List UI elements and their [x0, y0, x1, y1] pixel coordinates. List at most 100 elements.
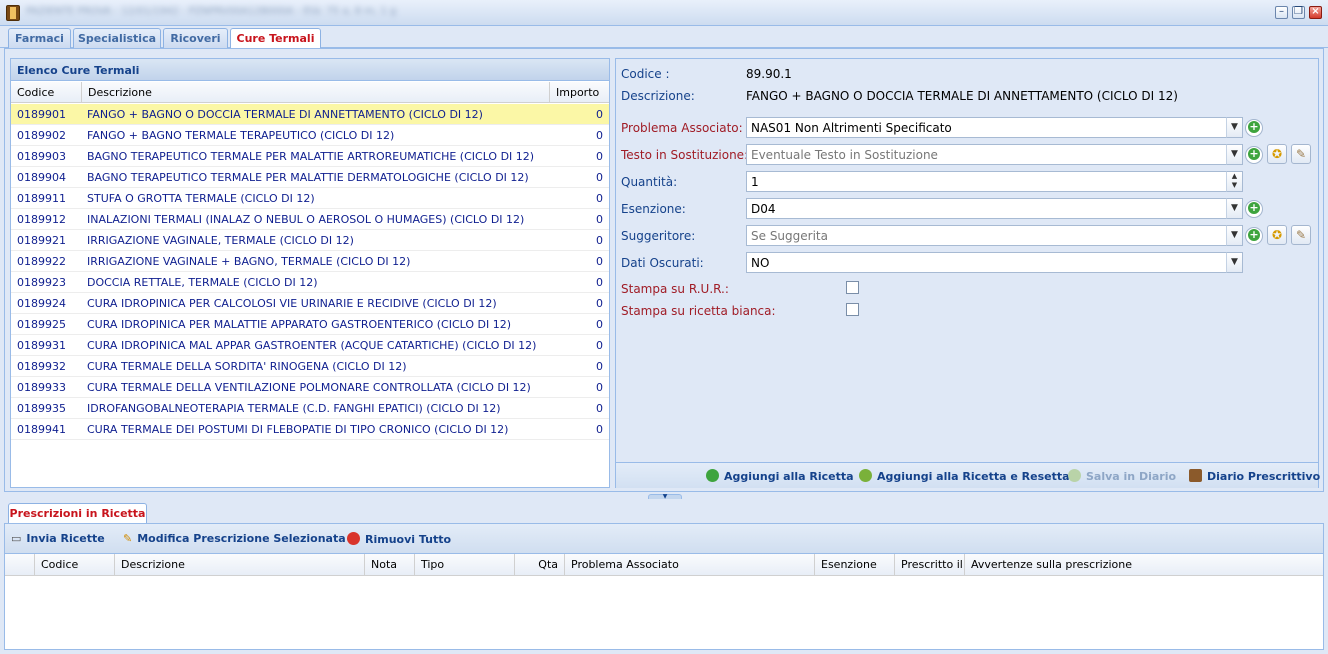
- rimuovi-tutto-label: Rimuovi Tutto: [365, 533, 452, 546]
- codice-value: 89.90.1: [746, 67, 792, 81]
- close-button[interactable]: ×: [1309, 6, 1322, 19]
- row-importo: 0: [596, 108, 603, 121]
- problema-dropdown-trigger[interactable]: ▼: [1226, 117, 1243, 138]
- tab-specialistica[interactable]: Specialistica: [73, 28, 161, 49]
- col-codice[interactable]: Codice: [11, 82, 82, 103]
- quantita-spinner[interactable]: ▲ ▼: [1226, 171, 1243, 192]
- table-row[interactable]: 0189921 IRRIGAZIONE VAGINALE, TERMALE (CI…: [11, 230, 609, 251]
- table-row[interactable]: 0189932 CURA TERMALE DELLA SORDITA' RINOG…: [11, 356, 609, 377]
- esenzione-combo[interactable]: D04: [746, 198, 1227, 219]
- stampa-rur-label: Stampa su R.U.R.:: [621, 282, 729, 296]
- minimize-button[interactable]: –: [1275, 6, 1288, 19]
- table-row[interactable]: 0189925 CURA IDROPINICA PER MALATTIE APPA…: [11, 314, 609, 335]
- row-importo: 0: [596, 150, 603, 163]
- col-problema-associato[interactable]: Problema Associato: [565, 554, 815, 576]
- tab-ricoveri[interactable]: Ricoveri: [163, 28, 228, 49]
- invia-ricette-button[interactable]: ▭ Invia Ricette: [11, 532, 105, 545]
- rimuovi-tutto-button[interactable]: Rimuovi Tutto: [347, 532, 451, 546]
- table-row[interactable]: 0189912 INALAZIONI TERMALI (INALAZ O NEBU…: [11, 209, 609, 230]
- problema-add-icon[interactable]: [1245, 119, 1263, 137]
- table-row[interactable]: 0189901 FANGO + BAGNO O DOCCIA TERMALE DI…: [11, 104, 609, 125]
- col-importo[interactable]: Importo: [550, 82, 609, 103]
- table-row[interactable]: 0189904 BAGNO TERAPEUTICO TERMALE PER MAL…: [11, 167, 609, 188]
- col-codice[interactable]: Codice: [35, 554, 115, 576]
- stampa-rur-checkbox[interactable]: [846, 281, 859, 294]
- stampa-bianca-checkbox[interactable]: [846, 303, 859, 316]
- esenzione-add-icon[interactable]: [1245, 200, 1263, 218]
- row-codice: 0189904: [17, 171, 66, 184]
- table-row[interactable]: 0189923 DOCCIA RETTALE, TERMALE (CICLO DI…: [11, 272, 609, 293]
- col-checker[interactable]: [5, 554, 35, 576]
- table-row[interactable]: 0189922 IRRIGAZIONE VAGINALE + BAGNO, TER…: [11, 251, 609, 272]
- printer-icon: ▭: [11, 532, 22, 545]
- row-descrizione: IRRIGAZIONE VAGINALE + BAGNO, TERMALE (C…: [87, 255, 411, 268]
- col-tipo[interactable]: Tipo: [415, 554, 515, 576]
- aggiungi-button[interactable]: Aggiungi alla Ricetta: [706, 469, 854, 485]
- row-codice: 0189901: [17, 108, 66, 121]
- problema-combo[interactable]: NAS01 Non Altrimenti Specificato: [746, 117, 1227, 138]
- suggeritore-clear-brush-icon[interactable]: ✎: [1291, 225, 1311, 245]
- suggeritore-combo[interactable]: Se Suggerita: [746, 225, 1227, 246]
- esenzione-dropdown-trigger[interactable]: ▼: [1226, 198, 1243, 219]
- dati-oscurati-combo[interactable]: NO: [746, 252, 1227, 273]
- testo-clear-brush-icon[interactable]: ✎: [1291, 144, 1311, 164]
- modifica-button[interactable]: ✎ Modifica Prescrizione Selezionata: [123, 532, 346, 545]
- descrizione-value: FANGO + BAGNO O DOCCIA TERMALE DI ANNETT…: [746, 89, 1178, 103]
- collapse-chevron-down-icon[interactable]: ▼: [648, 494, 682, 500]
- prescrizioni-panel: ▭ Invia Ricette ✎ Modifica Prescrizione Se…: [4, 523, 1324, 650]
- row-descrizione: BAGNO TERAPEUTICO TERMALE PER MALATTIE D…: [87, 171, 529, 184]
- tab-prescrizioni-in-ricetta[interactable]: Prescrizioni in Ricetta: [8, 503, 147, 524]
- table-row[interactable]: 0189931 CURA IDROPINICA MAL APPAR GASTROE…: [11, 335, 609, 356]
- add-icon: [706, 469, 719, 482]
- table-row[interactable]: 0189933 CURA TERMALE DELLA VENTILAZIONE P…: [11, 377, 609, 398]
- table-row[interactable]: 0189911 STUFA O GROTTA TERMALE (CICLO DI …: [11, 188, 609, 209]
- table-row[interactable]: 0189903 BAGNO TERAPEUTICO TERMALE PER MAL…: [11, 146, 609, 167]
- row-codice: 0189925: [17, 318, 66, 331]
- col-nota[interactable]: Nota: [365, 554, 415, 576]
- suggeritore-dropdown-trigger[interactable]: ▼: [1226, 225, 1243, 246]
- col-descrizione[interactable]: Descrizione: [115, 554, 365, 576]
- col-prescritto-il[interactable]: Prescritto il: [895, 554, 965, 576]
- esenzione-label: Esenzione:: [621, 202, 686, 216]
- row-importo: 0: [596, 339, 603, 352]
- testo-dropdown-trigger[interactable]: ▼: [1226, 144, 1243, 165]
- suggeritore-label: Suggeritore:: [621, 229, 696, 243]
- detail-panel: Codice : 89.90.1 Descrizione: FANGO + BA…: [615, 58, 1320, 488]
- testo-search-icon[interactable]: ✪: [1267, 144, 1287, 164]
- col-descrizione[interactable]: Descrizione: [82, 82, 550, 103]
- dati-oscurati-dropdown-trigger[interactable]: ▼: [1226, 252, 1243, 273]
- col-qta[interactable]: Qta: [515, 554, 565, 576]
- row-descrizione: DOCCIA RETTALE, TERMALE (CICLO DI 12): [87, 276, 318, 289]
- row-importo: 0: [596, 381, 603, 394]
- row-codice: 0189912: [17, 213, 66, 226]
- testo-combo[interactable]: Eventuale Testo in Sostituzione: [746, 144, 1227, 165]
- diario-prescrittivo-button[interactable]: Diario Prescrittivo: [1189, 469, 1320, 485]
- maximize-button[interactable]: ❐: [1292, 6, 1305, 19]
- suggeritore-add-icon[interactable]: [1245, 227, 1263, 245]
- list-grid-header: Codice Descrizione Importo: [11, 82, 609, 103]
- tab-cure-termali[interactable]: Cure Termali: [230, 28, 321, 49]
- table-row[interactable]: 0189935 IDROFANGOBALNEOTERAPIA TERMALE (C…: [11, 398, 609, 419]
- table-row[interactable]: 0189902 FANGO + BAGNO TERMALE TERAPEUTICO…: [11, 125, 609, 146]
- suggeritore-search-icon[interactable]: ✪: [1267, 225, 1287, 245]
- row-descrizione: CURA TERMALE DELLA SORDITA' RINOGENA (CI…: [87, 360, 407, 373]
- save-diary-icon: [1068, 469, 1081, 482]
- add-reset-icon: [859, 469, 872, 482]
- descrizione-label: Descrizione:: [621, 89, 695, 103]
- testo-add-icon[interactable]: [1245, 146, 1263, 164]
- salva-diario-button[interactable]: Salva in Diario: [1068, 469, 1176, 485]
- col-esenzione[interactable]: Esenzione: [815, 554, 895, 576]
- modifica-label: Modifica Prescrizione Selezionata: [137, 532, 346, 545]
- quantita-label: Quantità:: [621, 175, 678, 189]
- tab-farmaci[interactable]: Farmaci: [8, 28, 71, 49]
- row-importo: 0: [596, 255, 603, 268]
- row-descrizione: CURA TERMALE DELLA VENTILAZIONE POLMONAR…: [87, 381, 531, 394]
- remove-icon: [347, 532, 360, 545]
- row-descrizione: STUFA O GROTTA TERMALE (CICLO DI 12): [87, 192, 315, 205]
- quantita-input[interactable]: 1: [746, 171, 1227, 192]
- aggiungi-reset-button[interactable]: Aggiungi alla Ricetta e Resetta: [859, 469, 1070, 485]
- table-row[interactable]: 0189941 CURA TERMALE DEI POSTUMI DI FLEBO…: [11, 419, 609, 440]
- row-descrizione: CURA IDROPINICA PER CALCOLOSI VIE URINAR…: [87, 297, 497, 310]
- table-row[interactable]: 0189924 CURA IDROPINICA PER CALCOLOSI VIE…: [11, 293, 609, 314]
- col-avvertenze[interactable]: Avvertenze sulla prescrizione: [965, 554, 1323, 576]
